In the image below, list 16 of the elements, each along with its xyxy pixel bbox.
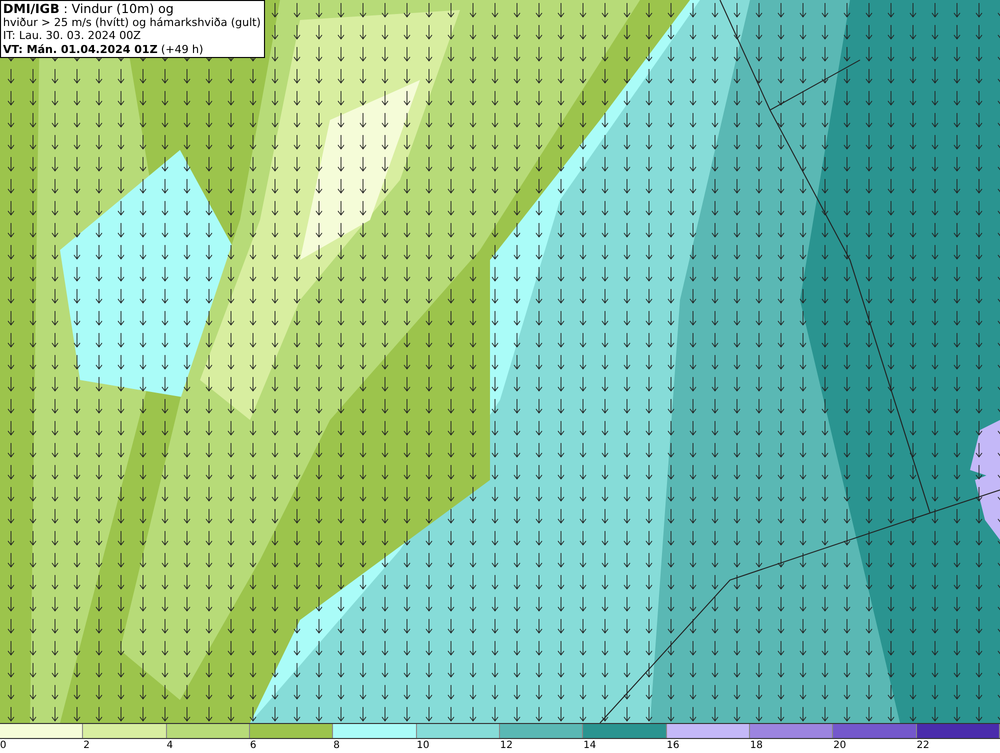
- title-line: VT: Mán. 01.04.2024 01Z (+49 h): [3, 42, 204, 56]
- legend-label: 2: [83, 740, 90, 751]
- legend-label: 18: [750, 740, 763, 751]
- legend-label: 22: [916, 740, 930, 751]
- legend-label: 6: [250, 740, 256, 751]
- legend-label: 14: [583, 740, 596, 751]
- title-line: IT: Lau. 30. 03. 2024 00Z: [3, 29, 142, 42]
- legend-label: 16: [666, 740, 680, 751]
- legend-label: 20: [833, 740, 846, 751]
- legend-label: 10: [416, 740, 430, 751]
- legend-label: 12: [500, 740, 513, 751]
- title-line: hviður > 25 m/s (hvítt) og hámarkshviða (gult): [3, 16, 261, 29]
- title-line: DMI/IGB : Vindur (10m) og: [3, 2, 175, 16]
- legend-label: 4: [166, 740, 174, 751]
- legend-label: 8: [333, 740, 340, 751]
- legend-label: 0: [0, 740, 6, 751]
